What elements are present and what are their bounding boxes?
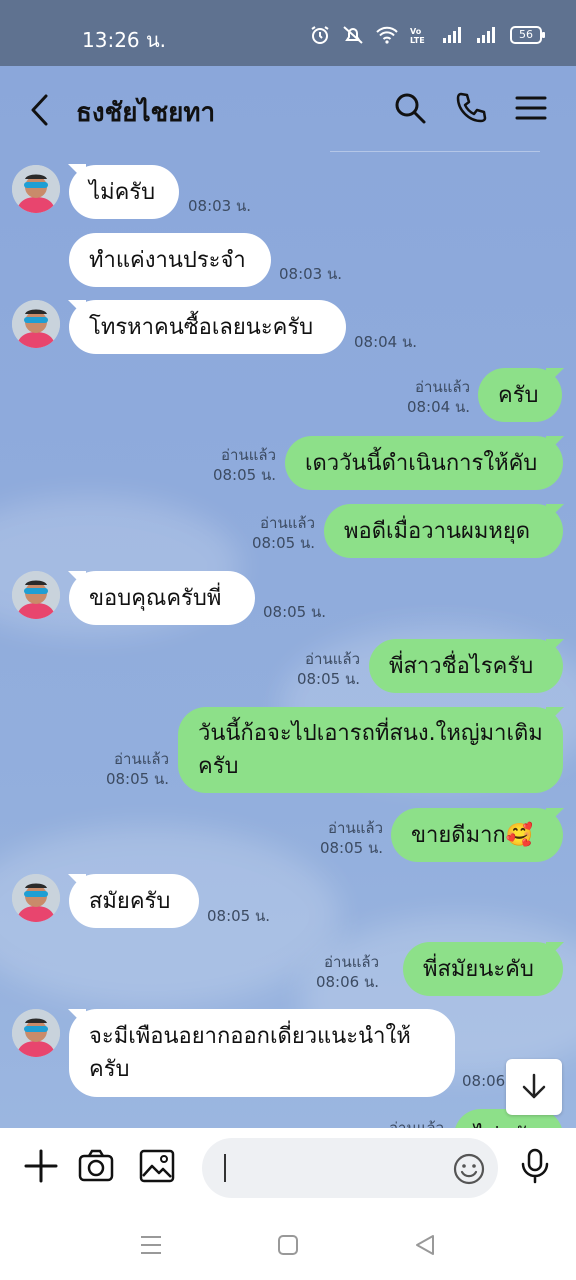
avatar[interactable] — [12, 571, 60, 619]
message-time: 08:05 น. — [319, 839, 383, 857]
read-receipt: อ่านแล้ว — [328, 819, 383, 837]
message-text: ขายดีมาก🥰 — [411, 822, 534, 848]
chat-area[interactable]: ธงชัยไชยทา ไม่ครับ 08:03 น. ทำแค่งานประจ… — [0, 66, 576, 1128]
read-receipt: อ่านแล้ว — [305, 650, 360, 668]
mute-icon — [343, 26, 363, 44]
message-meta: อ่านแล้ว 08:05 น. — [252, 513, 315, 553]
message-text: ขอบคุณครับพี่ — [89, 585, 222, 611]
wifi-icon — [376, 26, 398, 44]
message-bubble-incoming[interactable]: ไม่ครับ — [69, 165, 179, 219]
message-bubble-outgoing[interactable]: พอดีเมื่อวานผมหยุด — [324, 504, 563, 558]
message-bubble-incoming[interactable]: ทำแค่งานประจำ — [69, 233, 271, 287]
message-input-bar — [0, 1128, 576, 1208]
alarm-icon — [311, 26, 329, 44]
message-bubble-outgoing[interactable]: พี่สมัยนะคับ — [403, 942, 563, 996]
volte-icon: VoLTE — [410, 27, 425, 44]
search-icon[interactable] — [392, 90, 428, 126]
menu-icon[interactable] — [513, 90, 549, 126]
message-meta: อ่านแล้ว 08:05 น. — [320, 818, 383, 858]
message-text: พอดีเมื่อวานผมหยุด — [344, 518, 531, 544]
message-meta: อ่านแล้ว 08:06 น. — [316, 952, 379, 992]
message-time: 08:03 น. — [188, 197, 252, 215]
message-text: ครับ — [498, 382, 539, 408]
back-nav-icon[interactable] — [414, 1234, 436, 1256]
message-text: โทรหาคนซื้อเลยนะครับ — [89, 314, 314, 340]
message-bubble-incoming[interactable]: ขอบคุณครับพี่ — [69, 571, 255, 625]
status-icons: Vo LTE 56 — [310, 25, 545, 45]
read-receipt: อ่านแล้ว — [389, 1119, 444, 1128]
avatar[interactable] — [12, 300, 60, 348]
message-meta: อ่านแล้ว 08:04 น. — [407, 377, 470, 417]
contact-name[interactable]: ธงชัยไชยทา — [76, 92, 215, 133]
message-bubble-outgoing[interactable]: วันนี้ก้อจะไปเอารถที่สนง.ใหญ่มาเติมครับ — [178, 707, 563, 793]
system-nav-bar — [0, 1208, 576, 1280]
message-time: 08:06 — [462, 1072, 506, 1090]
message-bubble-outgoing[interactable]: เดววันนี้ดำเนินการให้คับ — [285, 436, 563, 490]
message-time: 08:04 น. — [354, 333, 418, 351]
recent-apps-icon[interactable] — [140, 1234, 162, 1256]
message-bubble-outgoing[interactable]: พี่สาวชื่อไรครับ — [369, 639, 563, 693]
battery-icon: 56 — [510, 26, 545, 44]
message-bubble-incoming[interactable]: โทรหาคนซื้อเลยนะครับ — [69, 300, 346, 354]
message-text: พี่สมัยนะคับ — [423, 956, 534, 982]
chevron-left-icon[interactable] — [26, 92, 56, 128]
message-time: 08:05 น. — [105, 770, 169, 788]
message-meta: อ่านแล้ว — [389, 1118, 444, 1128]
phone-icon[interactable] — [453, 90, 489, 126]
message-text: สมัยครับ — [89, 888, 171, 914]
message-text: ไม่ครับ — [89, 179, 156, 205]
status-time: 13:26 น. — [82, 28, 167, 52]
microphone-icon[interactable] — [517, 1148, 553, 1184]
chat-header: ธงชัยไชยทา — [0, 66, 576, 156]
message-time: 08:05 น. — [296, 670, 360, 688]
signal-icon-2 — [477, 27, 495, 43]
message-input[interactable] — [202, 1138, 498, 1198]
message-time: 08:05 น. — [263, 603, 327, 621]
read-receipt: อ่านแล้ว — [324, 953, 379, 971]
image-icon[interactable] — [139, 1148, 175, 1184]
message-text: จะมีเพือนอยากออกเดี่ยวแนะนำให้ครับ — [89, 1024, 411, 1082]
message-meta: อ่านแล้ว 08:05 น. — [106, 749, 169, 789]
message-time: 08:03 น. — [279, 265, 343, 283]
message-text: พี่สาวชื่อไรครับ — [389, 653, 534, 679]
plus-icon[interactable] — [23, 1148, 59, 1184]
message-text: วันนี้ก้อจะไปเอารถที่สนง.ใหญ่มาเติมครับ — [198, 721, 543, 779]
avatar[interactable] — [12, 874, 60, 922]
message-bubble-incoming[interactable]: จะมีเพือนอยากออกเดี่ยวแนะนำให้ครับ — [69, 1009, 455, 1097]
message-meta: อ่านแล้ว 08:05 น. — [213, 445, 276, 485]
svg-text:LTE: LTE — [410, 36, 425, 44]
message-time: 08:06 น. — [315, 973, 379, 991]
avatar[interactable] — [12, 165, 60, 213]
message-time: 08:04 น. — [406, 398, 470, 416]
message-time: 08:05 น. — [212, 466, 276, 484]
message-text: ทำแค่งานประจำ — [89, 247, 246, 273]
message-text: เดววันนี้ดำเนินการให้คับ — [305, 450, 538, 476]
message-time: 08:05 น. — [251, 534, 315, 552]
scroll-to-bottom-button[interactable] — [506, 1059, 562, 1115]
svg-text:Vo: Vo — [410, 27, 422, 36]
message-bubble-incoming[interactable]: สมัยครับ — [69, 874, 199, 928]
message-text: ไม่ครับ — [474, 1120, 540, 1129]
text-cursor — [224, 1154, 226, 1182]
header-divider — [330, 151, 540, 152]
camera-icon[interactable] — [78, 1148, 114, 1184]
read-receipt: อ่านแล้ว — [415, 378, 470, 396]
message-bubble-outgoing[interactable]: ขายดีมาก🥰 — [391, 808, 563, 862]
arrow-down-icon — [522, 1073, 546, 1099]
status-bar: 13:26 น. Vo LTE 56 — [0, 0, 576, 66]
read-receipt: อ่านแล้ว — [114, 750, 169, 768]
message-time: 08:05 น. — [207, 907, 271, 925]
read-receipt: อ่านแล้ว — [221, 446, 276, 464]
signal-icon — [443, 27, 461, 43]
avatar[interactable] — [12, 1009, 60, 1057]
emoji-icon[interactable] — [452, 1152, 486, 1186]
message-meta: อ่านแล้ว 08:05 น. — [297, 649, 360, 689]
read-receipt: อ่านแล้ว — [260, 514, 315, 532]
home-icon[interactable] — [277, 1234, 299, 1256]
